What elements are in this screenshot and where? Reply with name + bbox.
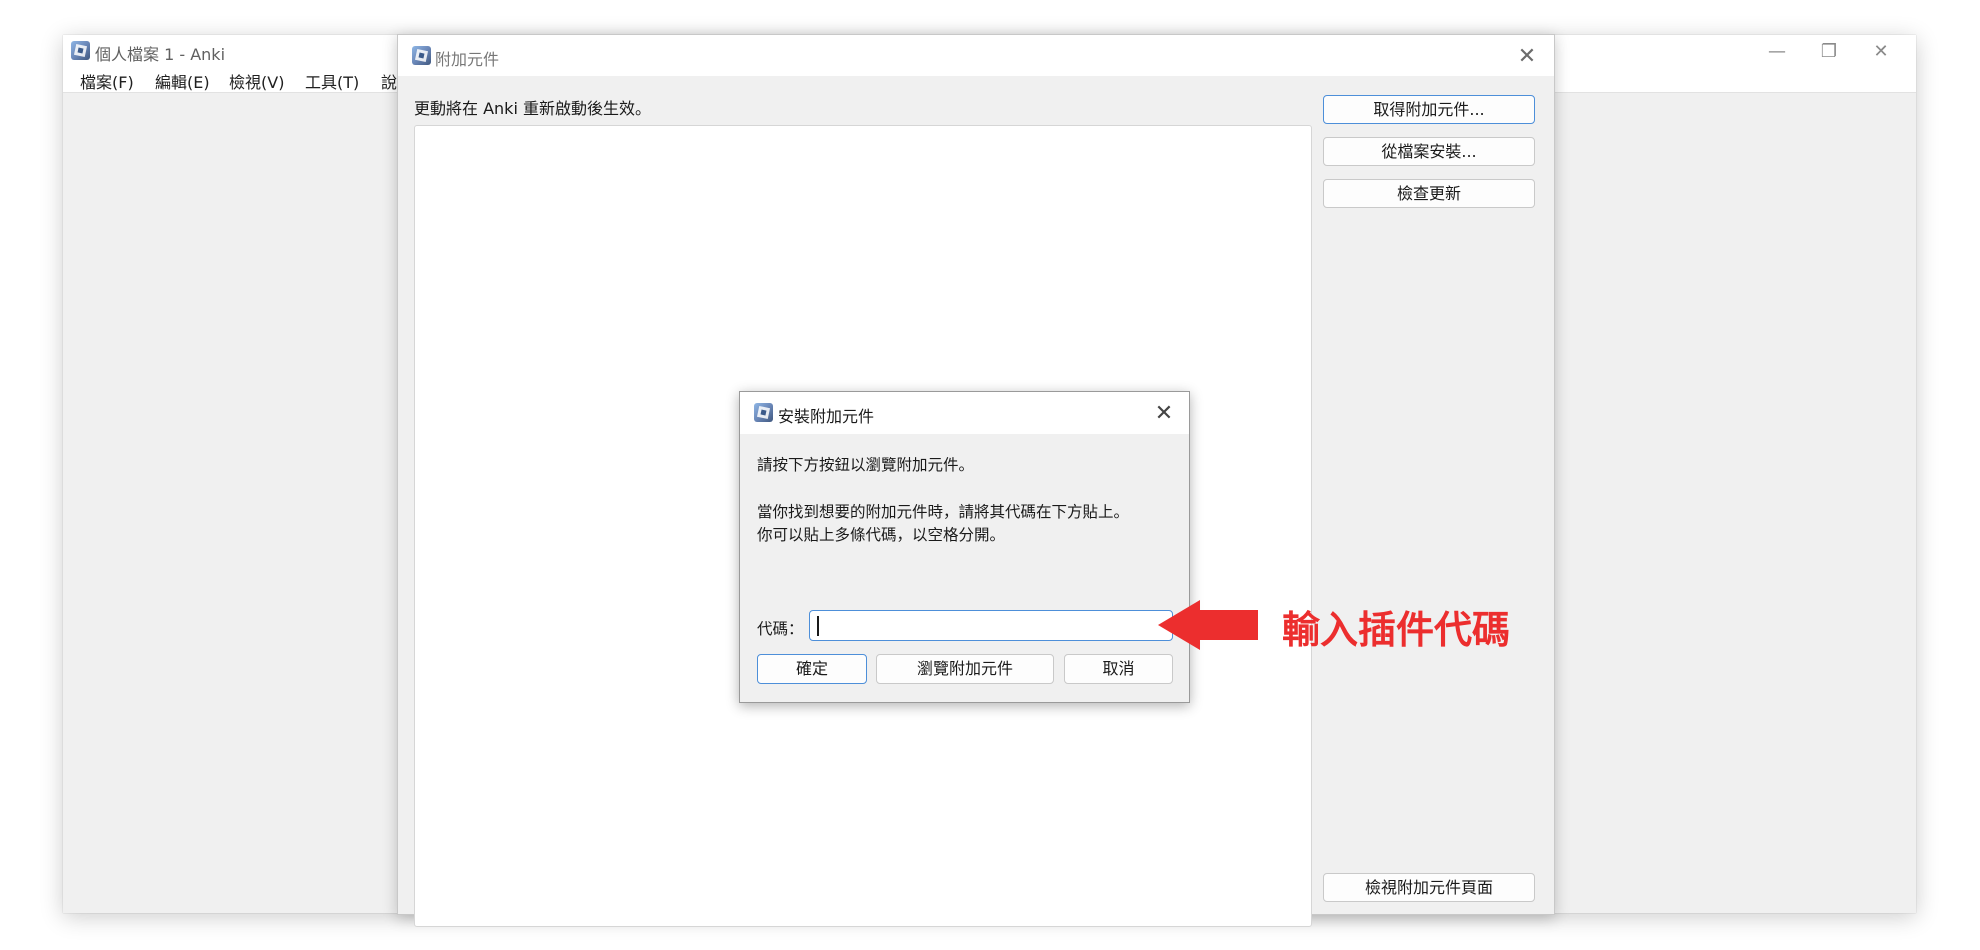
instruction-text: 請按下方按鈕以瀏覽附加元件。 — [757, 456, 975, 474]
annotation-label: 輸入插件代碼 — [1282, 608, 1511, 652]
install-from-file-button[interactable]: 從檔案安裝... — [1323, 137, 1535, 166]
browse-addons-button[interactable]: 瀏覽附加元件 — [876, 654, 1054, 684]
addons-titlebar: 附加元件 ✕ — [398, 35, 1554, 76]
view-addon-page-button[interactable]: 檢視附加元件頁面 — [1323, 873, 1535, 902]
cancel-button[interactable]: 取消 — [1064, 654, 1173, 684]
text-caret — [817, 616, 819, 636]
addons-window-title: 附加元件 — [435, 50, 500, 69]
anki-app-icon — [412, 46, 431, 65]
menu-tools[interactable]: 工具(T) — [305, 69, 359, 93]
check-updates-button[interactable]: 檢查更新 — [1323, 179, 1535, 208]
annotation-arrow-shaft — [1198, 610, 1258, 640]
install-dialog-title: 安裝附加元件 — [778, 407, 875, 426]
anki-app-icon — [71, 41, 90, 60]
instruction-text: 你可以貼上多條代碼，以空格分開。 — [757, 526, 1006, 544]
minimize-icon[interactable]: — — [1754, 37, 1800, 65]
install-addon-dialog: 安裝附加元件 ✕ 請按下方按鈕以瀏覽附加元件。 當你找到想要的附加元件時，請將其… — [739, 391, 1190, 703]
menu-help[interactable]: 說 — [381, 69, 397, 93]
menu-file[interactable]: 檔案(F) — [80, 69, 134, 93]
get-addons-button[interactable]: 取得附加元件... — [1323, 95, 1535, 124]
instruction-text: 當你找到想要的附加元件時，請將其代碼在下方貼上。 — [757, 503, 1130, 521]
annotation-arrow-icon — [1158, 600, 1200, 650]
close-icon[interactable]: ✕ — [1510, 41, 1544, 71]
code-label: 代碼： — [757, 620, 804, 638]
close-icon[interactable]: ✕ — [1858, 37, 1904, 65]
ok-button[interactable]: 確定 — [757, 654, 867, 684]
restore-icon[interactable]: ❐ — [1806, 37, 1852, 65]
close-icon[interactable]: ✕ — [1149, 399, 1179, 427]
anki-app-icon — [754, 403, 773, 422]
menu-edit[interactable]: 編輯(E) — [155, 69, 210, 93]
install-dialog-titlebar: 安裝附加元件 ✕ — [740, 392, 1189, 434]
restart-notice: 更動將在 Anki 重新啟動後生效。 — [414, 99, 651, 118]
main-window-title: 個人檔案 1 - Anki — [95, 45, 226, 64]
menu-view[interactable]: 檢視(V) — [229, 69, 284, 93]
code-input[interactable] — [809, 610, 1173, 641]
